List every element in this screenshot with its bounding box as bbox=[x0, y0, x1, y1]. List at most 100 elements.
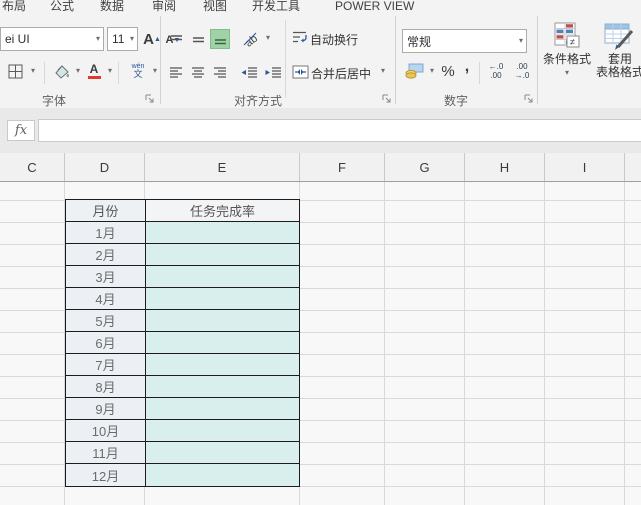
increase-decimal-button[interactable]: ←.0 .00 bbox=[484, 60, 508, 82]
month-cell[interactable]: 10月 bbox=[66, 420, 146, 441]
sheet-grid[interactable]: 月份 任务完成率 1月 2月 3月 4月 5月 bbox=[0, 182, 641, 505]
decrease-decimal-button[interactable]: .00 →.0 bbox=[510, 60, 534, 82]
month-cell[interactable]: 8月 bbox=[66, 376, 146, 397]
fx-icon: fx bbox=[15, 123, 27, 138]
divider bbox=[44, 62, 45, 84]
svg-text:≠: ≠ bbox=[570, 37, 575, 47]
rate-cell[interactable] bbox=[146, 332, 299, 353]
rate-cell[interactable] bbox=[146, 398, 299, 419]
month-header-cell[interactable]: 月份 bbox=[66, 200, 146, 221]
font-color-button[interactable]: A bbox=[84, 59, 104, 83]
tab-layout[interactable]: 布局 bbox=[2, 0, 26, 13]
tab-view[interactable]: 视图 bbox=[203, 0, 227, 13]
increase-indent-icon bbox=[264, 66, 282, 79]
alignment-dialog-launcher[interactable] bbox=[381, 93, 391, 103]
align-middle-button[interactable] bbox=[188, 29, 208, 49]
tab-power-view[interactable]: POWER VIEW bbox=[335, 0, 414, 13]
wrap-text-icon bbox=[292, 30, 308, 44]
align-left-button[interactable] bbox=[166, 62, 186, 82]
month-cell[interactable]: 9月 bbox=[66, 398, 146, 419]
tab-developer[interactable]: 开发工具 bbox=[252, 0, 300, 13]
number-format-combo[interactable]: 常规 ▾ bbox=[402, 29, 527, 53]
rate-cell[interactable] bbox=[146, 464, 299, 486]
align-right-button[interactable] bbox=[210, 62, 230, 82]
table-header-row: 月份 任务完成率 bbox=[66, 200, 299, 222]
group-divider bbox=[395, 16, 396, 104]
rate-cell[interactable] bbox=[146, 442, 299, 463]
alignment-group-label: 对齐方式 bbox=[234, 92, 282, 109]
chevron-down-icon[interactable]: ▾ bbox=[105, 67, 115, 75]
number-dialog-launcher[interactable] bbox=[523, 93, 533, 103]
chevron-down-icon[interactable]: ▾ bbox=[73, 67, 83, 75]
merge-center-label[interactable]: 合并后居中 bbox=[311, 65, 371, 82]
format-as-table-button[interactable]: 套用 表格格式 bbox=[595, 20, 641, 102]
font-name-combo[interactable]: ei UI ▾ bbox=[0, 27, 104, 51]
month-cell[interactable]: 6月 bbox=[66, 332, 146, 353]
font-dialog-launcher[interactable] bbox=[144, 93, 154, 103]
rate-cell[interactable] bbox=[146, 376, 299, 397]
percent-icon: % bbox=[441, 63, 454, 80]
chevron-down-icon[interactable]: ▾ bbox=[378, 67, 388, 75]
column-header-G[interactable]: G bbox=[385, 153, 465, 181]
decrease-indent-button[interactable] bbox=[238, 62, 260, 82]
chevron-down-icon[interactable]: ▾ bbox=[150, 67, 160, 75]
insert-function-button[interactable]: fx bbox=[7, 120, 35, 141]
fill-color-button[interactable] bbox=[50, 60, 72, 82]
chevron-down-icon[interactable]: ▾ bbox=[427, 67, 437, 75]
rate-cell[interactable] bbox=[146, 288, 299, 309]
comma-style-button[interactable]: , bbox=[459, 56, 475, 78]
gridline bbox=[464, 182, 465, 505]
rate-cell[interactable] bbox=[146, 266, 299, 287]
phonetic-guide-button[interactable]: wén 文 bbox=[125, 58, 151, 84]
rate-header-cell[interactable]: 任务完成率 bbox=[146, 200, 299, 221]
font-group-label: 字体 bbox=[42, 92, 66, 109]
align-center-button[interactable] bbox=[188, 62, 208, 82]
borders-button[interactable] bbox=[3, 60, 27, 82]
rate-cell[interactable] bbox=[146, 222, 299, 243]
rate-cell[interactable] bbox=[146, 310, 299, 331]
align-bottom-button-selected[interactable] bbox=[210, 29, 230, 49]
rate-cell[interactable] bbox=[146, 244, 299, 265]
formula-input[interactable] bbox=[38, 119, 641, 142]
tab-review[interactable]: 审阅 bbox=[152, 0, 176, 13]
column-header-C[interactable]: C bbox=[0, 153, 65, 181]
number-format-value: 常规 bbox=[403, 33, 516, 50]
month-cell[interactable]: 11月 bbox=[66, 442, 146, 463]
increase-decimal-icon: ←.0 .00 bbox=[489, 62, 504, 80]
tab-formulas[interactable]: 公式 bbox=[50, 0, 74, 13]
month-cell[interactable]: 4月 bbox=[66, 288, 146, 309]
svg-text:ab: ab bbox=[243, 33, 260, 48]
orientation-button[interactable]: ab bbox=[238, 28, 264, 50]
chevron-down-icon[interactable]: ▾ bbox=[28, 67, 38, 75]
column-header-I[interactable]: I bbox=[545, 153, 625, 181]
column-header-H[interactable]: H bbox=[465, 153, 545, 181]
month-cell[interactable]: 7月 bbox=[66, 354, 146, 375]
tab-data[interactable]: 数据 bbox=[100, 0, 124, 13]
column-header-F[interactable]: F bbox=[300, 153, 385, 181]
increase-indent-button[interactable] bbox=[262, 62, 284, 82]
column-header-D[interactable]: D bbox=[65, 153, 145, 181]
align-top-button[interactable] bbox=[166, 29, 186, 49]
month-cell[interactable]: 12月 bbox=[66, 464, 146, 486]
increase-font-size-button[interactable]: A▲ bbox=[142, 29, 162, 49]
merge-center-button[interactable] bbox=[290, 62, 310, 82]
chevron-down-icon: ▾ bbox=[93, 35, 103, 43]
chevron-down-icon[interactable]: ▾ bbox=[263, 34, 273, 42]
month-cell[interactable]: 1月 bbox=[66, 222, 146, 243]
rate-cell[interactable] bbox=[146, 420, 299, 441]
column-header-E[interactable]: E bbox=[145, 153, 300, 181]
conditional-formatting-icon: ≠ bbox=[554, 22, 580, 50]
month-cell[interactable]: 5月 bbox=[66, 310, 146, 331]
accounting-format-button[interactable] bbox=[402, 60, 426, 82]
font-size-combo[interactable]: 11 ▾ bbox=[107, 27, 138, 51]
wrap-text-label[interactable]: 自动换行 bbox=[310, 31, 358, 48]
month-cell[interactable]: 3月 bbox=[66, 266, 146, 287]
conditional-formatting-button[interactable]: ≠ 条件格式 ▾ bbox=[541, 20, 593, 102]
wrap-text-button[interactable] bbox=[291, 28, 309, 46]
rate-cell[interactable] bbox=[146, 354, 299, 375]
table-row: 6月 bbox=[66, 332, 299, 354]
percent-style-button[interactable]: % bbox=[438, 60, 458, 82]
number-group-label: 数字 bbox=[444, 92, 468, 109]
month-cell[interactable]: 2月 bbox=[66, 244, 146, 265]
format-as-table-icon bbox=[604, 22, 636, 50]
